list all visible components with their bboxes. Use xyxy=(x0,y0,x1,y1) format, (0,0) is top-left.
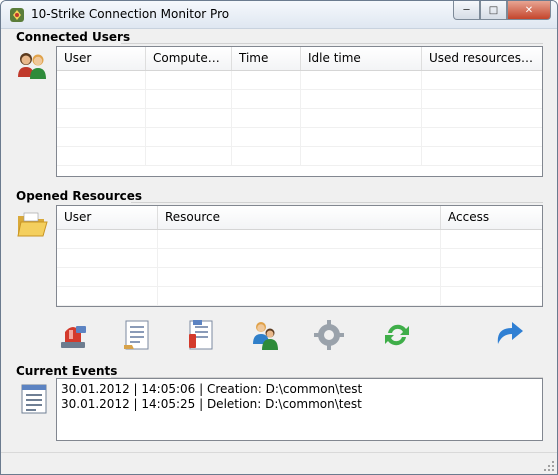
alarm-icon xyxy=(61,326,86,348)
column-header[interactable]: User xyxy=(57,47,146,70)
users-button[interactable] xyxy=(245,315,285,355)
opened-resources-table[interactable]: User Resource Access xyxy=(56,205,543,307)
alarm-button[interactable] xyxy=(53,315,93,355)
window-title: 10-Strike Connection Monitor Pro xyxy=(31,7,230,21)
table-body xyxy=(57,71,542,166)
title-bar[interactable]: 10-Strike Connection Monitor Pro ─ □ ✕ xyxy=(1,1,557,29)
table-row xyxy=(57,109,542,128)
column-header[interactable]: Used resources co... xyxy=(422,47,542,70)
column-header[interactable]: Resource xyxy=(158,206,441,229)
users-icon xyxy=(253,322,278,350)
table-row xyxy=(57,287,542,306)
column-header[interactable]: Time xyxy=(232,47,301,70)
section-divider xyxy=(121,43,543,44)
log-side-icon xyxy=(21,384,47,414)
users-side-icon xyxy=(18,53,46,79)
app-window: 10-Strike Connection Monitor Pro ─ □ ✕ C… xyxy=(0,0,558,475)
opened-resources-label: Opened Resources xyxy=(16,189,142,203)
report-button[interactable] xyxy=(117,315,157,355)
current-events-label: Current Events xyxy=(16,364,118,378)
resize-grip-icon[interactable] xyxy=(543,460,555,472)
table-row xyxy=(57,230,542,249)
table-header: User Computer [... Time Idle time Used r… xyxy=(57,47,542,71)
table-row xyxy=(57,90,542,109)
refresh-icon xyxy=(385,324,409,346)
minimize-button[interactable]: ─ xyxy=(453,1,480,20)
status-bar xyxy=(1,452,557,474)
minimize-icon: ─ xyxy=(463,4,470,16)
redo-arrow-icon xyxy=(497,322,523,344)
maximize-button[interactable]: □ xyxy=(480,1,507,20)
report-settings-button[interactable] xyxy=(181,315,221,355)
close-icon: ✕ xyxy=(524,4,534,16)
column-header[interactable]: Computer [... xyxy=(146,47,232,70)
toolbar xyxy=(1,315,557,361)
redo-button[interactable] xyxy=(489,315,529,355)
connected-users-table[interactable]: User Computer [... Time Idle time Used r… xyxy=(56,46,543,177)
table-row xyxy=(57,249,542,268)
settings-button[interactable] xyxy=(309,315,349,355)
report-settings-icon xyxy=(189,320,213,350)
column-header[interactable]: User xyxy=(57,206,158,229)
table-row xyxy=(57,268,542,287)
refresh-button[interactable] xyxy=(377,315,417,355)
window-controls: ─ □ ✕ xyxy=(453,1,551,21)
section-divider xyxy=(131,202,543,203)
folder-side-icon xyxy=(17,212,48,237)
close-button[interactable]: ✕ xyxy=(507,1,551,20)
table-row xyxy=(57,128,542,147)
table-header: User Resource Access xyxy=(57,206,542,230)
gear-icon xyxy=(314,320,344,350)
table-row xyxy=(57,147,542,166)
maximize-icon: □ xyxy=(488,4,499,16)
event-line: 30.01.2012 | 14:05:25 | Deletion: D:\com… xyxy=(61,397,362,411)
table-body xyxy=(57,230,542,306)
table-row xyxy=(57,71,542,90)
app-icon xyxy=(10,8,24,22)
current-events-log[interactable]: 30.01.2012 | 14:05:06 | Creation: D:\com… xyxy=(56,378,543,441)
column-header[interactable]: Access xyxy=(441,206,542,229)
column-header[interactable]: Idle time xyxy=(301,47,422,70)
connected-users-label: Connected Users xyxy=(16,30,131,44)
report-icon xyxy=(124,320,149,350)
event-line: 30.01.2012 | 14:05:06 | Creation: D:\com… xyxy=(61,382,363,396)
